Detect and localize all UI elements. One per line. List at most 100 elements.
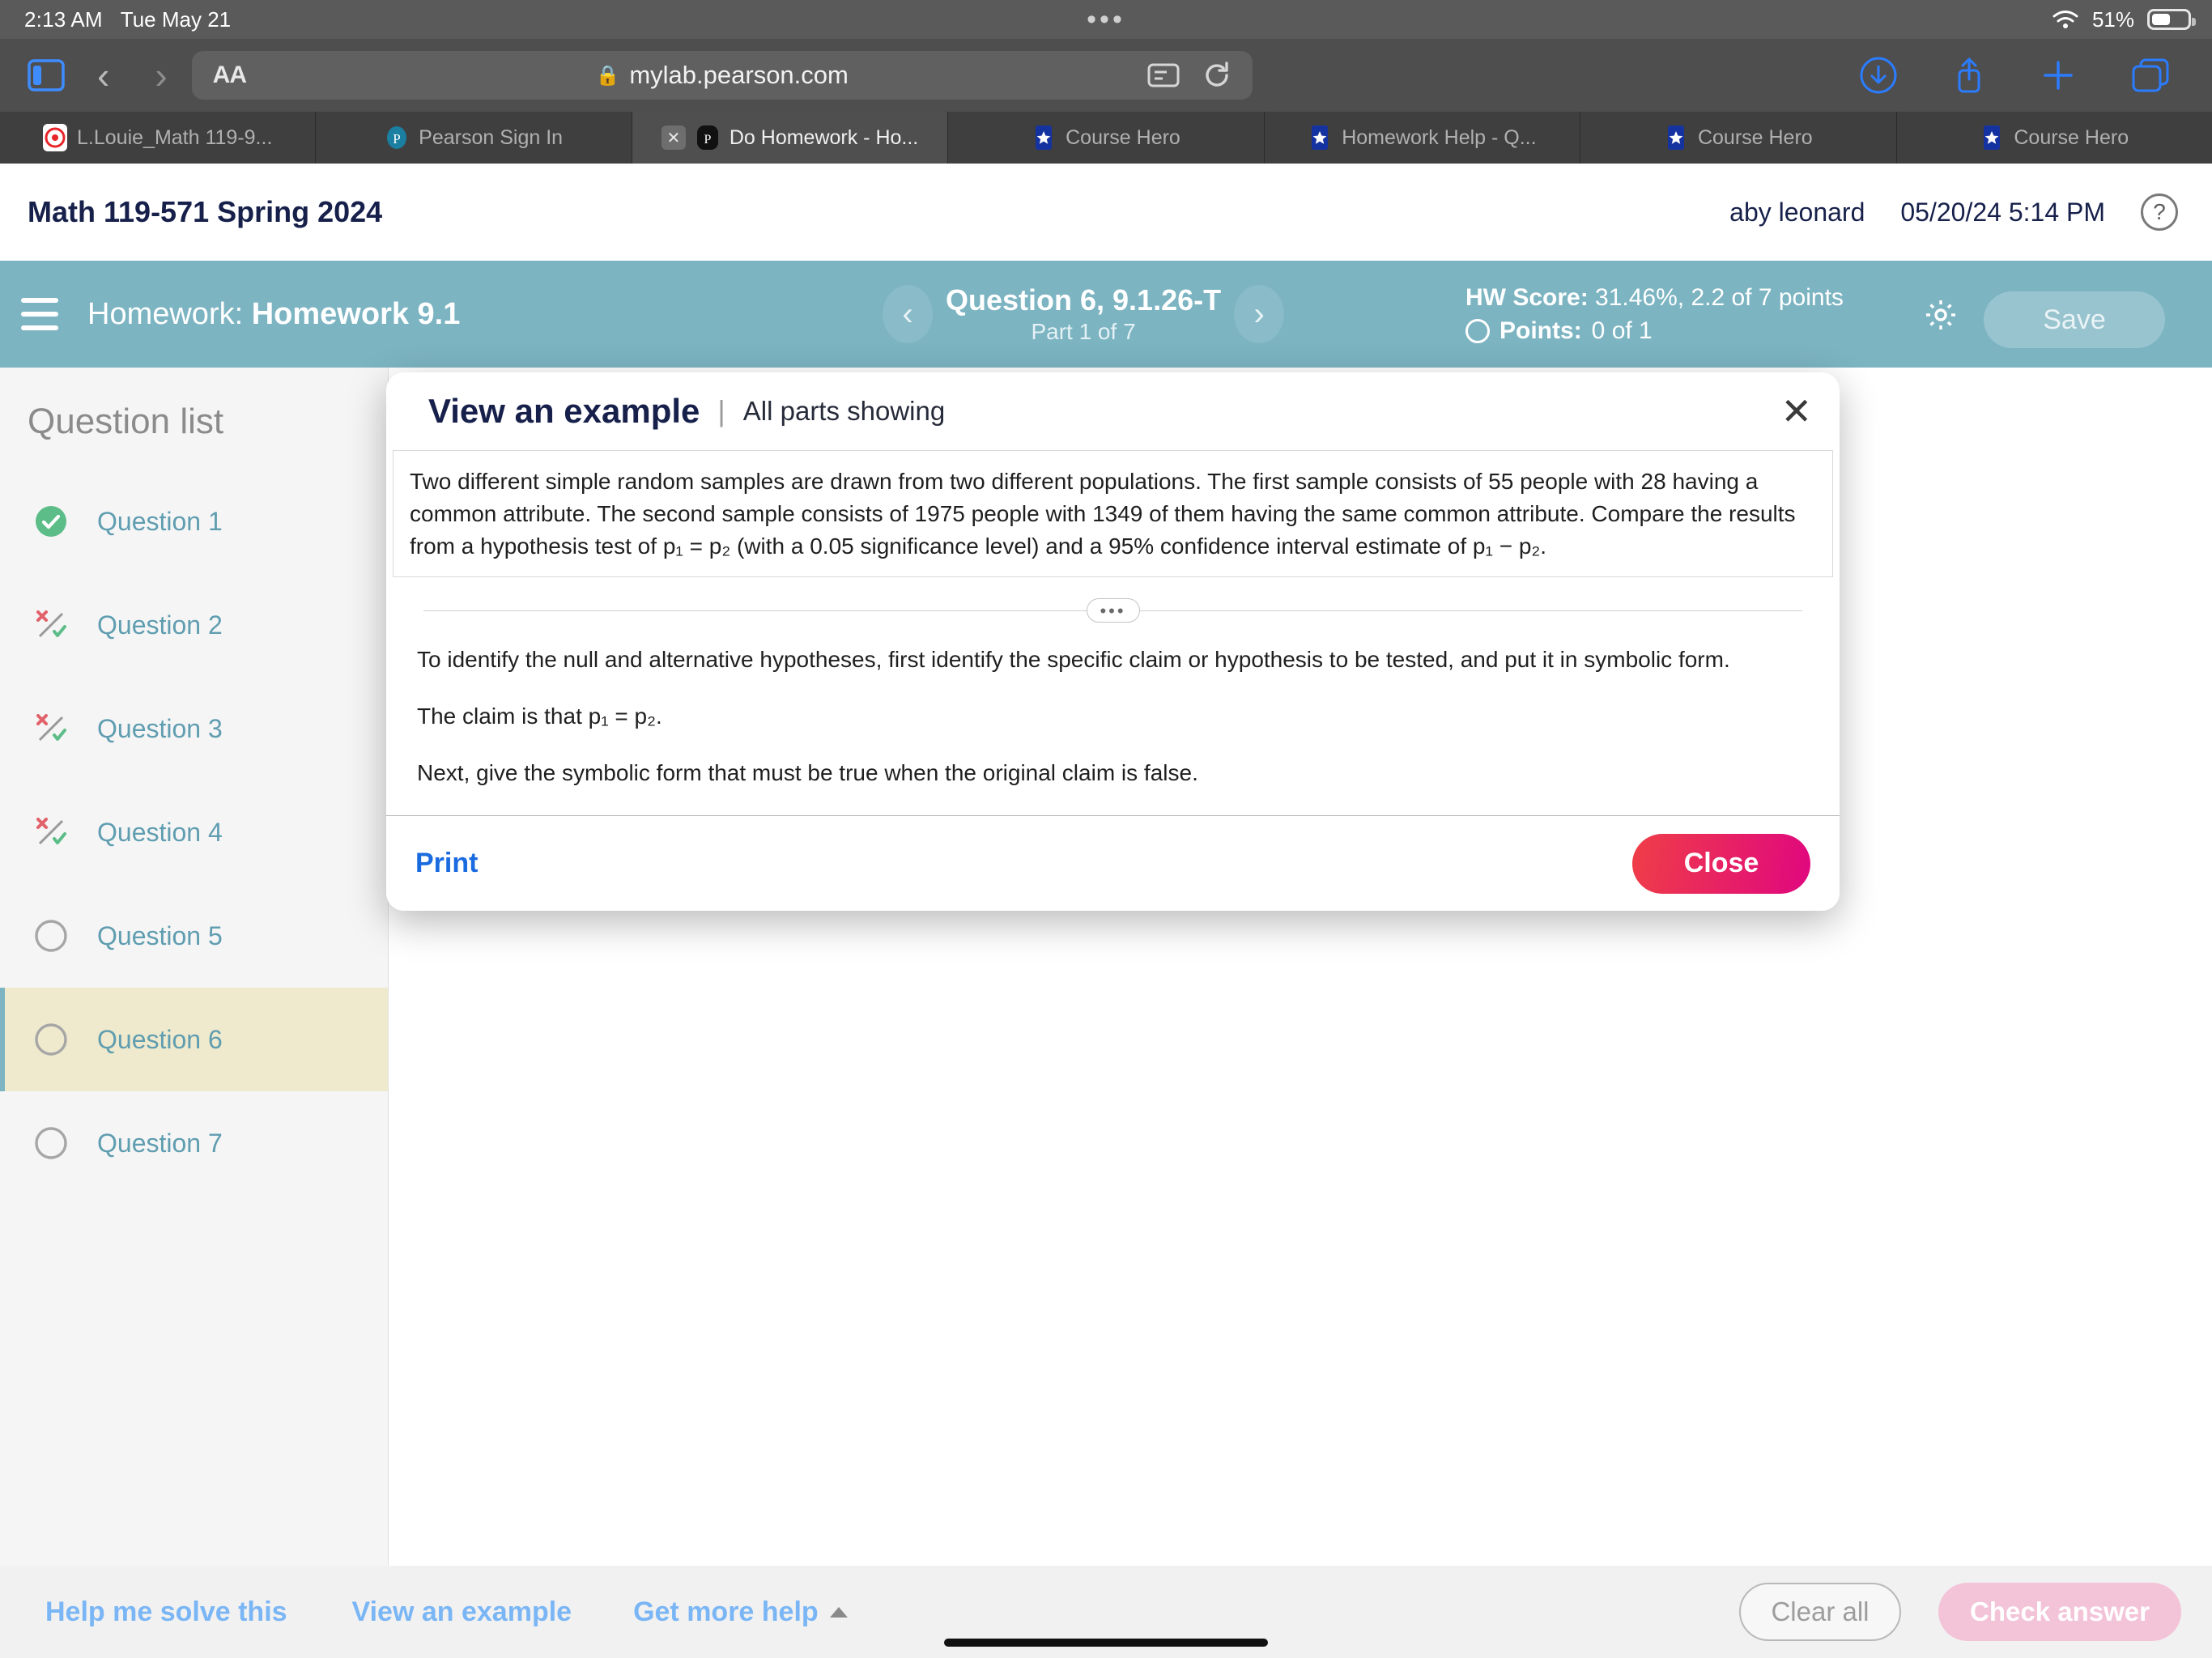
modal-subtitle: All parts showing	[742, 396, 946, 426]
next-question-button[interactable]: ›	[1234, 285, 1285, 343]
print-button[interactable]: Print	[415, 848, 478, 879]
sidebar-item-label: Question 4	[97, 817, 223, 847]
sidebar-item-question-3[interactable]: Question 3	[0, 677, 388, 780]
question-navigator: ‹ Question 6, 9.1.26-T Part 1 of 7 ›	[883, 261, 1285, 368]
browser-tab-bar: L.Louie_Math 119-9... P Pearson Sign In …	[0, 112, 2212, 164]
tab-label: Course Hero	[1066, 125, 1180, 149]
battery-icon	[2147, 9, 2196, 30]
problem-statement-box: Two different simple random samples are …	[393, 451, 1833, 578]
close-icon[interactable]: ✕	[661, 125, 686, 150]
points-value: 0 of 1	[1591, 317, 1653, 344]
get-more-help-button[interactable]: Get more help	[633, 1596, 848, 1628]
step-1: To identify the null and alternative hyp…	[417, 647, 1730, 673]
close-button[interactable]: Close	[1632, 833, 1810, 894]
coursehero-favicon	[1036, 125, 1053, 150]
sidebar-item-question-2[interactable]: Question 2	[0, 573, 388, 677]
browser-tab[interactable]: L.Louie_Math 119-9...	[0, 112, 317, 164]
tab-label: Homework Help - Q...	[1342, 125, 1537, 149]
browser-tab-active[interactable]: ✕ P Do Homework - Ho...	[632, 112, 949, 164]
modal-title: View an example	[428, 392, 700, 430]
expand-collapse-divider[interactable]: •••	[417, 598, 1809, 623]
browser-tab[interactable]: Course Hero	[1580, 112, 1897, 164]
gear-icon[interactable]	[1922, 296, 1959, 334]
coursehero-favicon	[1984, 125, 2001, 150]
sidebar-item-label: Question 2	[97, 610, 223, 640]
sidebar-item-question-6[interactable]: Question 6	[0, 988, 388, 1091]
get-more-help-label: Get more help	[633, 1596, 819, 1627]
hw-score-label: HW Score:	[1465, 284, 1589, 311]
tab-label: Course Hero	[1697, 125, 1813, 149]
browser-tab[interactable]: Homework Help - Q...	[1264, 112, 1581, 164]
homework-title: Homework: Homework 9.1	[87, 297, 460, 332]
pearson-favicon: P	[387, 126, 407, 149]
tab-overview-icon[interactable]	[2131, 57, 2170, 93]
wifi-icon	[2052, 9, 2079, 30]
green-check-circle-icon	[32, 503, 70, 540]
close-x-icon[interactable]: ✕	[1780, 393, 1812, 430]
view-an-example-link[interactable]: View an example	[352, 1596, 572, 1628]
back-icon[interactable]: ‹	[97, 53, 109, 97]
download-icon[interactable]	[1859, 56, 1898, 95]
modal-header: View an example | All parts showing ✕	[386, 372, 1840, 450]
sidebar-item-question-7[interactable]: Question 7	[0, 1091, 388, 1195]
view-an-example-modal: View an example | All parts showing ✕ Tw…	[386, 372, 1840, 911]
session-datetime: 05/20/24 5:14 PM	[1900, 197, 2105, 227]
sidebar-item-label: Question 5	[97, 920, 223, 950]
coursehero-favicon	[1667, 125, 1684, 150]
ios-status-bar: 2:13 AM Tue May 21 ••• 51%	[0, 0, 2212, 39]
plus-icon[interactable]	[2040, 57, 2076, 93]
partial-credit-icon	[32, 710, 70, 747]
course-title: Math 119-571 Spring 2024	[28, 195, 383, 228]
question-mark-icon[interactable]: ?	[2141, 193, 2178, 231]
save-button[interactable]: Save	[1984, 291, 2165, 348]
browser-tab[interactable]: Course Hero	[1896, 112, 2212, 164]
tab-label: Course Hero	[2014, 125, 2129, 149]
partial-credit-icon	[32, 814, 70, 851]
hw-score-row: HW Score: 31.46%, 2.2 of 7 points	[1465, 282, 1844, 315]
empty-circle-icon	[32, 917, 70, 954]
sidebar-item-question-1[interactable]: Question 1	[0, 470, 388, 573]
question-list-sidebar: Question list Question 1 Question 2 Ques…	[0, 368, 389, 1566]
ellipsis-icon[interactable]: •••	[1086, 598, 1140, 623]
empty-circle-icon	[1465, 318, 1490, 343]
svg-text:P: P	[393, 131, 400, 147]
browser-tab[interactable]: P Pearson Sign In	[316, 112, 632, 164]
lock-icon: 🔒	[595, 64, 620, 87]
partial-credit-icon	[32, 606, 70, 644]
empty-circle-icon	[32, 1124, 70, 1162]
points-label: Points:	[1499, 317, 1582, 344]
forward-icon[interactable]: ›	[155, 53, 167, 97]
canvas-favicon	[43, 124, 68, 151]
points-row: Points: 0 of 1	[1465, 315, 1844, 348]
browser-tab[interactable]: Course Hero	[948, 112, 1265, 164]
problem-statement: Two different simple random samples are …	[410, 469, 1796, 559]
safari-toolbar: ‹ › AA 🔒 mylab.pearson.com	[0, 39, 2212, 112]
sidebar-item-label: Question 7	[97, 1128, 223, 1158]
question-list-title: Question list	[28, 402, 224, 441]
svg-text:P: P	[704, 133, 711, 147]
step-3: Next, give the symbolic form that must b…	[417, 759, 1198, 785]
share-icon[interactable]	[1953, 56, 1985, 95]
address-bar[interactable]: AA 🔒 mylab.pearson.com	[191, 51, 1253, 100]
hamburger-menu-icon[interactable]	[21, 298, 58, 330]
user-name: aby leonard	[1729, 197, 1865, 227]
score-block: HW Score: 31.46%, 2.2 of 7 points Points…	[1465, 282, 1844, 347]
sidebar-icon[interactable]	[28, 59, 65, 91]
battery-percent: 51%	[2091, 6, 2134, 32]
pearson-dark-favicon: P	[696, 125, 718, 150]
step-2: The claim is that p₁ = p₂.	[417, 704, 662, 729]
homework-toolbar: Homework: Homework 9.1 ‹ Question 6, 9.1…	[0, 261, 2212, 368]
help-me-solve-this-link[interactable]: Help me solve this	[45, 1596, 287, 1628]
url-text: mylab.pearson.com	[629, 61, 849, 89]
multitasking-dots-icon[interactable]: •••	[1087, 6, 1125, 33]
tab-label: Pearson Sign In	[419, 125, 564, 149]
sidebar-item-question-5[interactable]: Question 5	[0, 884, 388, 988]
home-indicator	[944, 1639, 1268, 1647]
check-answer-button[interactable]: Check answer	[1938, 1583, 2181, 1641]
clear-all-button[interactable]: Clear all	[1739, 1583, 1901, 1641]
homework-label: Homework:	[87, 296, 244, 331]
prev-question-button[interactable]: ‹	[883, 285, 933, 343]
sidebar-item-question-4[interactable]: Question 4	[0, 780, 388, 884]
hw-score-value: 31.46%, 2.2 of 7 points	[1595, 284, 1844, 311]
status-time: 2:13 AM	[24, 6, 103, 32]
